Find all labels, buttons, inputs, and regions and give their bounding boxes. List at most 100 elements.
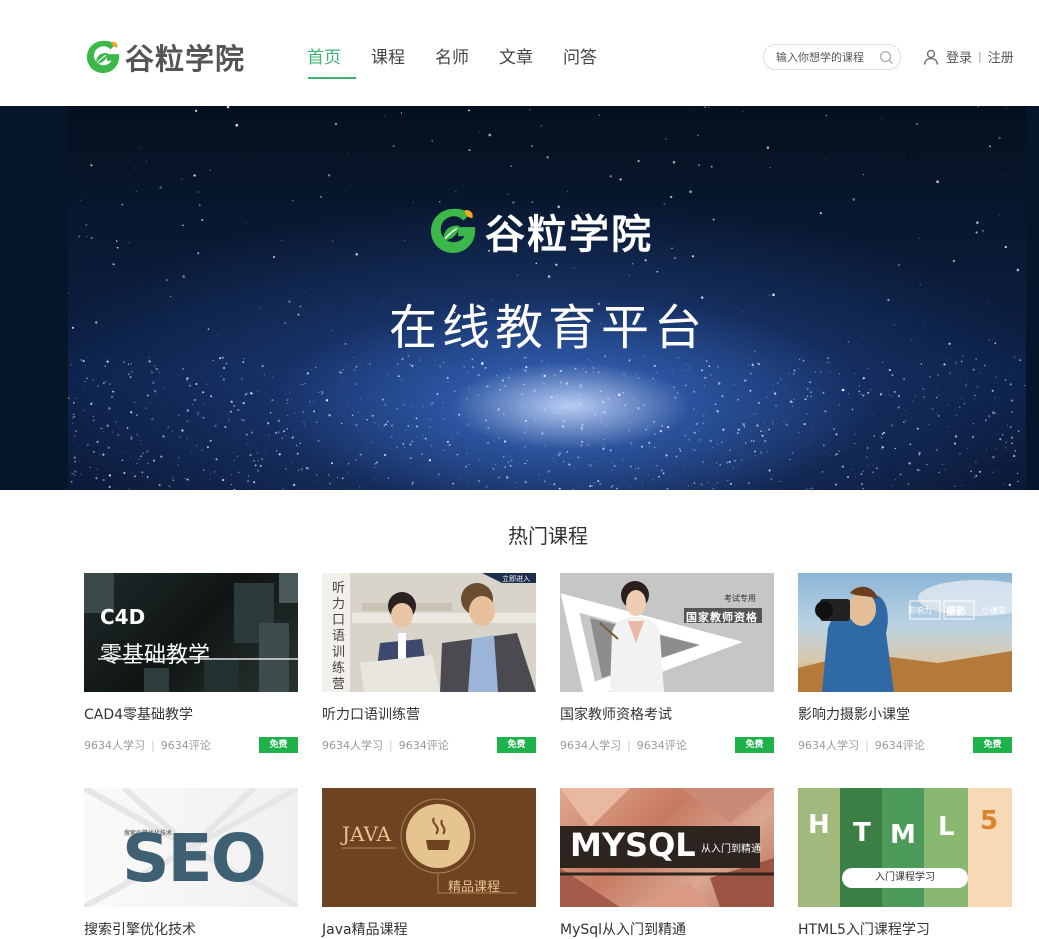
star-dot: [1005, 447, 1007, 449]
course-title[interactable]: 国家教师资格考试: [560, 704, 774, 724]
star-dot: [386, 420, 389, 423]
course-cover[interactable]: C4D 零基础教学: [84, 573, 298, 692]
search-icon[interactable]: [879, 50, 894, 65]
star-dot: [90, 164, 93, 167]
star-dot: [526, 460, 528, 462]
site-logo[interactable]: 谷粒学院: [84, 36, 245, 78]
course-cover[interactable]: 考试专用 国家教师资格: [560, 573, 774, 692]
star-dot: [85, 224, 88, 226]
course-title[interactable]: 听力口语训练营: [322, 704, 536, 724]
star-dot: [237, 471, 240, 474]
star-dot: [302, 383, 304, 385]
star-dot: [311, 368, 312, 370]
course-card[interactable]: MYSQL 从入门到精通 MySql从入门到精通: [560, 788, 774, 939]
hero-banner[interactable]: 谷粒学院 在线教育平台: [0, 106, 1039, 490]
course-card[interactable]: H T M L 5 入门课程学习 HTML5入门课程学习: [798, 788, 1012, 939]
star-dot: [740, 459, 743, 462]
course-card[interactable]: 影响力 摄影 小课堂 影响力摄影小课堂 9634人学习 | 9634评论 免费: [798, 573, 1012, 753]
course-card[interactable]: 搜索引擎优化技术 SEO 搜索引擎优化技术: [84, 788, 298, 939]
star-dot: [546, 156, 549, 159]
nav-item-qa[interactable]: 问答: [563, 43, 627, 78]
star-dot: [666, 487, 669, 490]
nav-item-teachers[interactable]: 名师: [435, 43, 499, 78]
course-cover[interactable]: JAVA 精品课程: [322, 788, 536, 907]
course-cover[interactable]: 搜索引擎优化技术 SEO: [84, 788, 298, 907]
course-card[interactable]: JAVA 精品课程 Java精品课程: [322, 788, 536, 939]
user-separator: |: [978, 50, 982, 63]
star-dot: [623, 372, 625, 375]
course-title[interactable]: Java精品课程: [322, 919, 536, 939]
course-cover[interactable]: H T M L 5 入门课程学习: [798, 788, 1012, 907]
star-dot: [700, 439, 702, 441]
star-dot: [430, 464, 432, 465]
star-dot: [198, 204, 201, 207]
course-card[interactable]: 考试专用 国家教师资格 国家教师资格考试 9634人学习 | 9634评论 免费: [560, 573, 774, 753]
star-dot: [366, 359, 368, 361]
star-dot: [93, 450, 95, 453]
nav-item-articles[interactable]: 文章: [499, 43, 563, 78]
course-cover[interactable]: 影响力 摄影 小课堂: [798, 573, 1012, 692]
star-dot: [78, 461, 80, 463]
star-dot: [250, 431, 254, 434]
star-dot: [273, 256, 276, 259]
course-title[interactable]: 影响力摄影小课堂: [798, 704, 1012, 724]
star-dot: [509, 464, 512, 467]
cover-main-label: 国家教师资格: [686, 611, 758, 624]
star-dot: [830, 454, 831, 455]
star-dot: [331, 240, 334, 243]
star-dot: [112, 390, 115, 393]
course-card[interactable]: C4D 零基础教学 CAD4零基础教学 9634人学习 | 9634评论 免费: [84, 573, 298, 753]
star-dot: [911, 417, 912, 419]
star-dot: [615, 417, 617, 419]
star-dot: [913, 428, 915, 430]
star-dot: [295, 430, 296, 432]
star-dot: [287, 415, 289, 417]
star-dot: [648, 444, 650, 445]
star-dot: [593, 482, 595, 484]
star-dot: [342, 368, 344, 371]
star-dot: [421, 453, 423, 455]
course-title[interactable]: MySql从入门到精通: [560, 919, 774, 939]
star-dot: [637, 160, 640, 163]
star-dot: [693, 390, 696, 393]
search-input[interactable]: [776, 50, 876, 64]
star-dot: [107, 446, 111, 449]
course-cover[interactable]: MYSQL 从入门到精通: [560, 788, 774, 907]
star-dot: [96, 440, 99, 443]
course-cover[interactable]: 听力口语训练营 立即进入: [322, 573, 536, 692]
star-dot: [405, 430, 407, 431]
course-title[interactable]: CAD4零基础教学: [84, 704, 298, 724]
star-dot: [973, 398, 975, 400]
star-dot: [162, 435, 165, 438]
nav-item-courses[interactable]: 课程: [371, 43, 435, 78]
star-dot: [820, 371, 822, 373]
register-link[interactable]: 注册: [988, 47, 1014, 66]
star-dot: [375, 461, 378, 464]
course-title[interactable]: 搜索引擎优化技术: [84, 919, 298, 939]
star-dot: [293, 483, 296, 487]
star-dot: [165, 278, 169, 282]
star-dot: [645, 428, 648, 431]
star-dot: [922, 387, 925, 390]
star-dot: [813, 438, 815, 439]
star-dot: [349, 489, 351, 490]
star-dot: [146, 394, 149, 397]
course-title[interactable]: HTML5入门课程学习: [798, 919, 1012, 939]
star-dot: [313, 401, 315, 403]
star-dot: [947, 404, 948, 406]
star-dot: [893, 390, 896, 393]
star-dot: [716, 410, 719, 413]
star-dot: [903, 378, 905, 380]
star-dot: [783, 420, 785, 422]
login-link[interactable]: 登录: [946, 47, 972, 66]
course-card[interactable]: 听力口语训练营 立即进入 听力口语训练营 9634人学习 | 9634评论 免费: [322, 573, 536, 753]
star-dot: [471, 358, 474, 361]
star-dot: [597, 371, 600, 374]
star-dot: [247, 475, 249, 477]
star-dot: [552, 457, 554, 459]
star-dot: [145, 407, 147, 409]
nav-item-home[interactable]: 首页: [307, 43, 371, 78]
star-dot: [467, 372, 469, 374]
star-dot: [867, 465, 869, 467]
star-dot: [210, 479, 211, 480]
